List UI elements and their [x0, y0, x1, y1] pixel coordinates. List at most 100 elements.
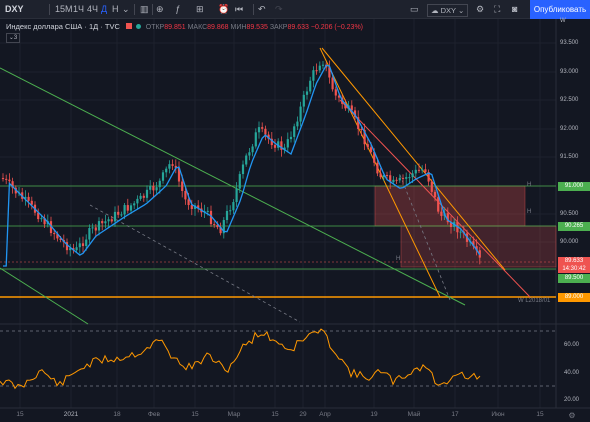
low-label: МИН	[230, 24, 247, 31]
candle-body	[5, 178, 8, 180]
candle-body	[53, 233, 56, 235]
close-label: ЗАКР	[269, 24, 288, 31]
level-badge-89500: 89.500	[558, 274, 590, 283]
candle-body	[312, 70, 315, 81]
level-note: W L2018/01	[518, 298, 551, 304]
h-marker: H	[527, 209, 532, 215]
chart-legend: Индекс доллара США · 1Д · TVC ОТКР89.851…	[6, 22, 363, 33]
candle-body	[305, 91, 309, 95]
price-chart[interactable]	[0, 0, 590, 422]
candle-body	[414, 169, 417, 174]
candle-body	[401, 177, 405, 179]
candle-body	[168, 164, 171, 169]
candle-body	[30, 200, 33, 205]
candle-body	[75, 247, 78, 251]
hidden-count: 3	[13, 35, 18, 41]
candle-body	[104, 221, 107, 224]
level-badge-91000: 91.000	[558, 182, 590, 191]
candle-body	[27, 196, 30, 201]
candle-body	[238, 174, 241, 189]
candle-body	[369, 147, 373, 153]
open-label: ОТКР	[145, 24, 165, 31]
candle-body	[133, 203, 136, 206]
candle-body	[120, 214, 123, 216]
candle-body	[417, 169, 421, 171]
candle-body	[187, 199, 190, 206]
time-tick: 15	[191, 411, 199, 418]
collapse-indicators-button[interactable]: ⌄3	[6, 33, 20, 43]
candle-body	[155, 187, 158, 191]
candle-body	[408, 177, 411, 179]
candle-body	[261, 127, 264, 129]
open-value: 89.851	[164, 24, 186, 31]
candle-body	[78, 243, 81, 248]
symbol-title[interactable]: Индекс доллара США · 1Д · TVC	[6, 22, 120, 31]
candle-body	[88, 228, 91, 240]
candle-body	[398, 177, 401, 181]
candle-body	[459, 231, 462, 233]
candle-body	[289, 136, 293, 140]
time-tick: 29	[299, 411, 307, 418]
price-tick: 93.000	[560, 69, 579, 75]
h-marker: H	[396, 256, 401, 262]
resistance-zone-lower	[400, 225, 557, 268]
candle-body	[8, 179, 11, 182]
candle-body	[318, 65, 321, 71]
candle-body	[360, 129, 363, 131]
candle-body	[433, 191, 437, 198]
candle-body	[110, 219, 113, 222]
candle-body	[315, 70, 318, 72]
change-value: −0.206 (−0.23%)	[310, 24, 364, 31]
candle-body	[254, 132, 257, 147]
candle-body	[206, 210, 209, 212]
osc-tick: 20.00	[564, 397, 580, 403]
price-tick: 92.000	[560, 126, 579, 132]
current-price-value: 89.633	[564, 258, 584, 264]
time-tick: 15	[271, 411, 279, 418]
candle-body	[97, 221, 101, 231]
candle-body	[379, 173, 382, 178]
candle-body	[40, 218, 43, 220]
low-value: 89.535	[246, 24, 268, 31]
osc-tick: 60.00	[564, 342, 580, 348]
time-tick: Фев	[147, 411, 161, 418]
price-tick: 91.500	[560, 154, 579, 160]
status-dot-icon	[135, 24, 141, 29]
time-tick: Июн	[491, 411, 505, 418]
candle-body	[273, 145, 277, 148]
settings-gear-icon[interactable]: ⚙	[568, 411, 575, 420]
candle-body	[392, 179, 395, 183]
candle-body	[245, 155, 248, 165]
candle-body	[257, 127, 261, 133]
candle-body	[296, 121, 299, 127]
level-badge-90265: 90.265	[558, 222, 590, 231]
candle-body	[213, 224, 216, 226]
candle-body	[421, 169, 424, 171]
candle-body	[232, 202, 235, 211]
candle-body	[1, 178, 5, 179]
price-tick: 93.500	[560, 40, 579, 46]
candle-body	[331, 77, 334, 90]
candle-body	[264, 128, 267, 135]
candle-body	[395, 179, 398, 181]
candle-body	[235, 188, 238, 203]
oscillator-line	[0, 328, 481, 390]
candle-body	[376, 162, 379, 174]
h-marker: H	[527, 182, 532, 188]
price-tick: 90.000	[560, 239, 579, 245]
time-tick: Май	[407, 411, 421, 418]
candle-body	[440, 211, 443, 216]
time-tick: 15	[16, 411, 24, 418]
candle-body	[101, 221, 104, 224]
candle-body	[437, 197, 440, 212]
candle-body	[334, 89, 337, 96]
time-tick: Мар	[227, 411, 241, 418]
candle-body	[94, 227, 97, 231]
candle-body	[424, 169, 427, 173]
bar-countdown: 14:30:42	[562, 266, 586, 272]
candle-body	[241, 164, 245, 175]
candle-body	[293, 126, 296, 137]
price-tick: 92.500	[560, 97, 579, 103]
high-value: 89.868	[207, 24, 229, 31]
time-tick: 2021	[63, 411, 79, 418]
